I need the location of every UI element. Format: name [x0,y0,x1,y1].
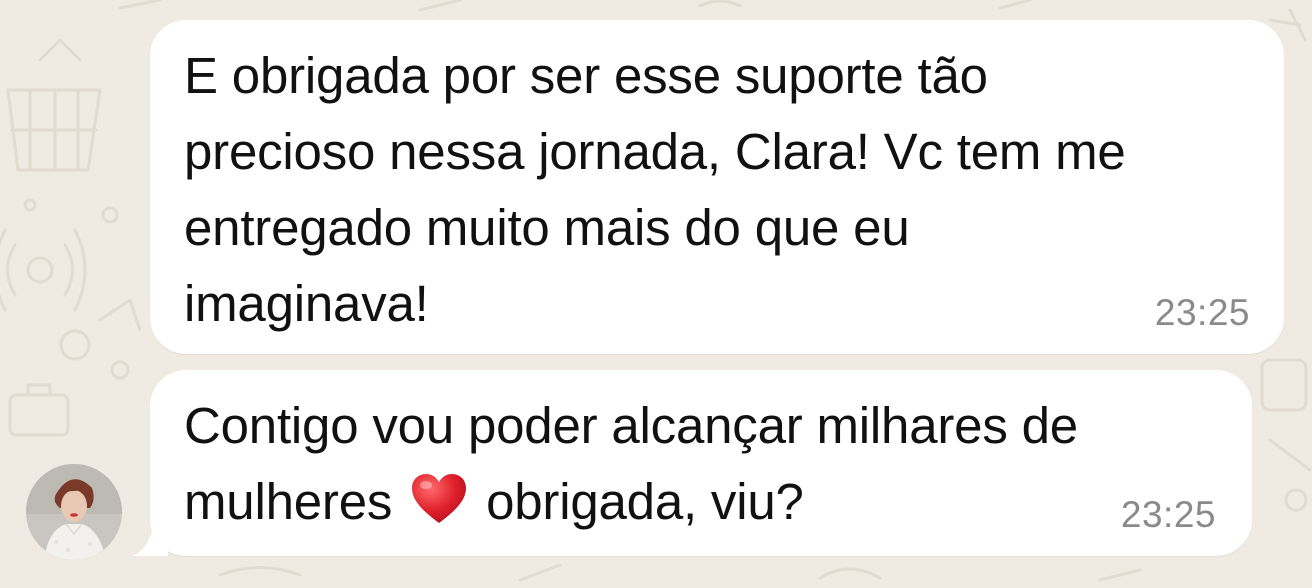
message-bubble-2[interactable]: Contigo vou poder alcançar milhares de m… [150,370,1252,556]
message-bubble-1[interactable]: E obrigada por ser esse suporte tão prec… [150,20,1284,354]
bubble-tail [132,520,168,556]
message-timestamp: 23:25 [1120,494,1216,535]
sender-avatar[interactable] [26,464,122,560]
message-text: Contigo vou poder alcançar milhares de m… [184,388,1244,540]
message-text: E obrigada por ser esse suporte tão prec… [184,47,1126,332]
message-text-part: obrigada, viu? [472,473,804,530]
heart-icon [412,474,467,523]
message-timestamp: 23:25 [1154,292,1250,333]
person-icon [26,464,122,560]
